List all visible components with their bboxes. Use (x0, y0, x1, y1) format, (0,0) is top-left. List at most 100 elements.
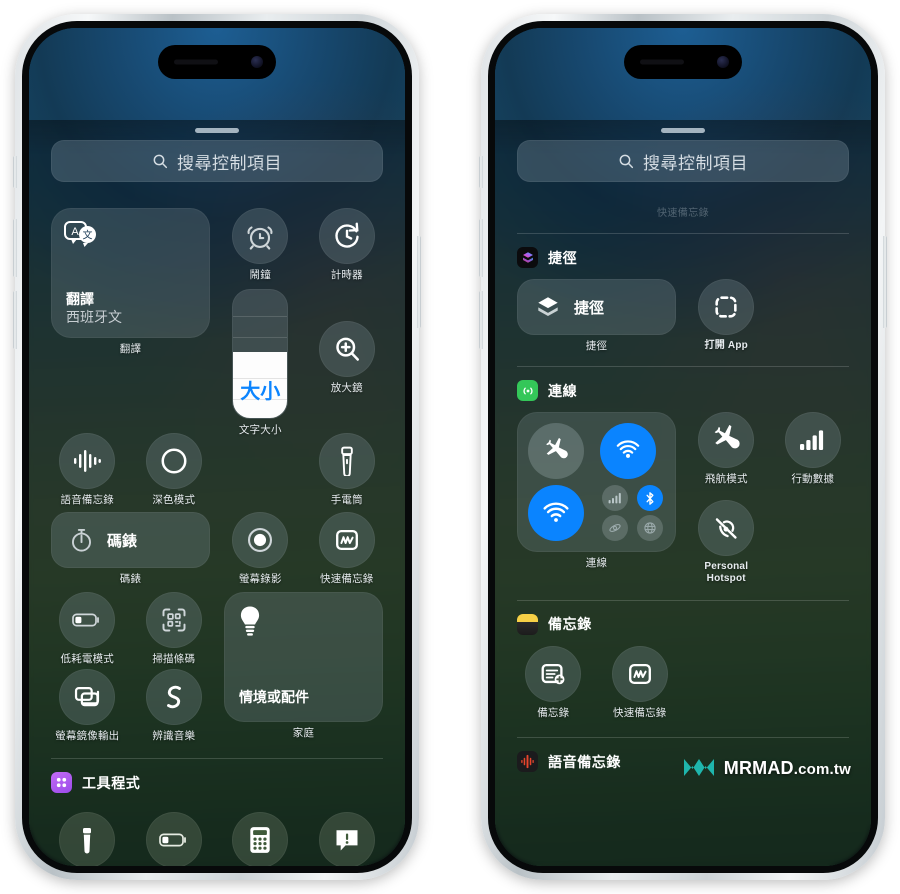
volume-down-button[interactable] (13, 291, 17, 349)
tile-dark-mode[interactable]: 深色模式 (138, 432, 211, 506)
action-button[interactable] (13, 156, 17, 188)
watermark-brand: MRMAD (723, 757, 794, 778)
tile-screen-record[interactable]: 螢幕錄影 (224, 512, 297, 585)
group-notes[interactable]: 備忘錄 (517, 613, 849, 635)
translate-icon: A 文 (64, 221, 197, 251)
shortcuts-pill[interactable]: 捷徑 (517, 279, 676, 335)
dock-calculator-button[interactable] (232, 812, 289, 866)
screen-mirror-button[interactable] (59, 668, 116, 725)
tile-stopwatch[interactable]: 碼錶 碼錶 (51, 512, 210, 585)
tile-scan-code[interactable]: 掃描條碼 (138, 591, 211, 665)
svg-text:A: A (71, 226, 79, 238)
group-shortcuts[interactable]: 捷徑 (517, 247, 849, 268)
home-widget-title: 情境或配件 (239, 688, 309, 705)
volume-up-button[interactable] (479, 219, 483, 277)
tile-screen-mirror[interactable]: 螢幕鏡像輸出 (51, 668, 124, 742)
shortcuts-caption: 捷徑 (585, 340, 608, 352)
translate-widget[interactable]: A 文 翻譯 西班牙文 (51, 208, 210, 338)
tile-voice-memo[interactable]: 語音備忘錄 (51, 432, 124, 506)
magnifier-icon (332, 334, 362, 364)
timer-button[interactable] (318, 208, 375, 264)
tile-quick-note-right[interactable]: 快速備忘錄 (604, 645, 677, 719)
airdrop-toggle[interactable] (599, 423, 656, 480)
text-size-slider[interactable]: 大小 (232, 289, 289, 420)
control-center-scroll-left[interactable]: A 文 翻譯 西班牙文 翻譯 鬧鐘 計時器 大小 文字大小 放大鏡 語音備忘錄 … (51, 202, 383, 866)
tile-connectivity-cluster[interactable]: 連線 (517, 412, 676, 585)
vpn-toggle[interactable] (636, 515, 663, 542)
alarm-clock-icon (245, 221, 275, 251)
tile-alarm[interactable]: 鬧鐘 (224, 208, 297, 281)
open-app-button[interactable] (698, 279, 755, 335)
connectivity-cluster[interactable] (517, 412, 676, 553)
connectivity-icon (517, 380, 538, 402)
group-utilities[interactable]: 工具程式 (51, 772, 383, 794)
tile-flashlight[interactable]: 手電筒 (311, 432, 384, 506)
shazam-caption: 辨識音樂 (152, 729, 196, 742)
action-button[interactable] (479, 156, 483, 188)
cellular-toggle[interactable] (601, 485, 628, 512)
flashlight-button[interactable] (318, 432, 375, 489)
phone-screen-left: 搜尋控制項目 A 文 翻譯 西班牙文 翻譯 鬧鐘 計時器 大小 文字大小 放大鏡… (29, 28, 405, 866)
tile-translate[interactable]: A 文 翻譯 西班牙文 翻譯 (51, 208, 210, 395)
mrmad-logo-icon (682, 756, 716, 780)
satellite-toggle[interactable] (601, 515, 628, 542)
volume-up-button[interactable] (13, 219, 17, 277)
timer-caption: 計時器 (330, 269, 363, 281)
scan-code-button[interactable] (145, 591, 202, 648)
section-divider (517, 233, 849, 234)
tile-text-size[interactable]: 大小 文字大小 (224, 285, 297, 436)
power-button[interactable] (417, 236, 421, 328)
tile-low-power[interactable]: 低耗電模式 (51, 591, 124, 665)
dock-low-power-button[interactable] (145, 812, 202, 866)
wifi-toggle[interactable] (528, 485, 584, 542)
dock-flashlight-button[interactable] (59, 812, 116, 866)
sheet-grabber[interactable] (661, 128, 705, 133)
low-power-button[interactable] (59, 591, 116, 648)
sheet-grabber[interactable] (195, 128, 239, 133)
new-note-button[interactable] (525, 645, 582, 702)
tile-cellular-data[interactable]: 行動數據 (777, 412, 850, 485)
tile-shazam[interactable]: 辨識音樂 (138, 668, 211, 742)
volume-down-button[interactable] (479, 291, 483, 349)
power-button[interactable] (883, 236, 887, 328)
search-input[interactable]: 搜尋控制項目 (51, 140, 383, 182)
dynamic-island (158, 45, 276, 79)
quick-note-icon (333, 526, 361, 554)
bluetooth-toggle[interactable] (636, 485, 663, 512)
tile-new-note[interactable]: 備忘錄 (517, 645, 590, 719)
dock-alert-button[interactable] (318, 812, 375, 866)
home-caption: 家庭 (292, 726, 315, 739)
shazam-button[interactable] (145, 668, 202, 725)
new-note-caption: 備忘錄 (537, 706, 570, 719)
tile-magnifier[interactable]: 放大鏡 (311, 285, 384, 394)
group-voice-memos-label: 語音備忘錄 (548, 753, 621, 770)
magnifier-button[interactable] (318, 321, 375, 378)
quick-note-button[interactable] (611, 645, 668, 702)
stopwatch-pill[interactable]: 碼錶 (51, 512, 210, 569)
new-note-icon (539, 660, 567, 688)
screenshot-stage: 搜尋控制項目 A 文 翻譯 西班牙文 翻譯 鬧鐘 計時器 大小 文字大小 放大鏡… (0, 0, 900, 894)
tile-quick-note[interactable]: 快速備忘錄 (311, 512, 384, 585)
tile-timer[interactable]: 計時器 (311, 208, 384, 281)
cellular-data-button[interactable] (784, 412, 841, 469)
alarm-button[interactable] (232, 208, 289, 264)
airplane-mode-button[interactable] (698, 412, 755, 469)
open-app-caption: 打開 App (704, 340, 748, 351)
quick-note-button[interactable] (318, 512, 375, 569)
tile-shortcuts[interactable]: 捷徑 捷徑 (517, 279, 676, 352)
group-connectivity[interactable]: 連線 (517, 380, 849, 402)
control-center-left: 搜尋控制項目 A 文 翻譯 西班牙文 翻譯 鬧鐘 計時器 大小 文字大小 放大鏡… (29, 140, 405, 866)
tile-home[interactable]: 情境或配件 家庭 (224, 591, 383, 743)
tile-personal-hotspot[interactable]: Personal Hotspot (690, 490, 763, 586)
voice-memo-button[interactable] (59, 432, 116, 489)
personal-hotspot-button[interactable] (698, 499, 755, 556)
tile-open-app[interactable]: 打開 App (690, 279, 763, 352)
screen-record-button[interactable] (232, 512, 289, 569)
airplane-mode-toggle[interactable] (528, 423, 584, 480)
group-notes-label: 備忘錄 (548, 616, 592, 633)
tile-airplane-mode[interactable]: 飛航模式 (690, 412, 763, 485)
dark-mode-button[interactable] (145, 432, 202, 489)
home-widget[interactable]: 情境或配件 (224, 591, 383, 722)
search-input[interactable]: 搜尋控制項目 (517, 140, 849, 182)
vpn-globe-icon (643, 521, 657, 535)
